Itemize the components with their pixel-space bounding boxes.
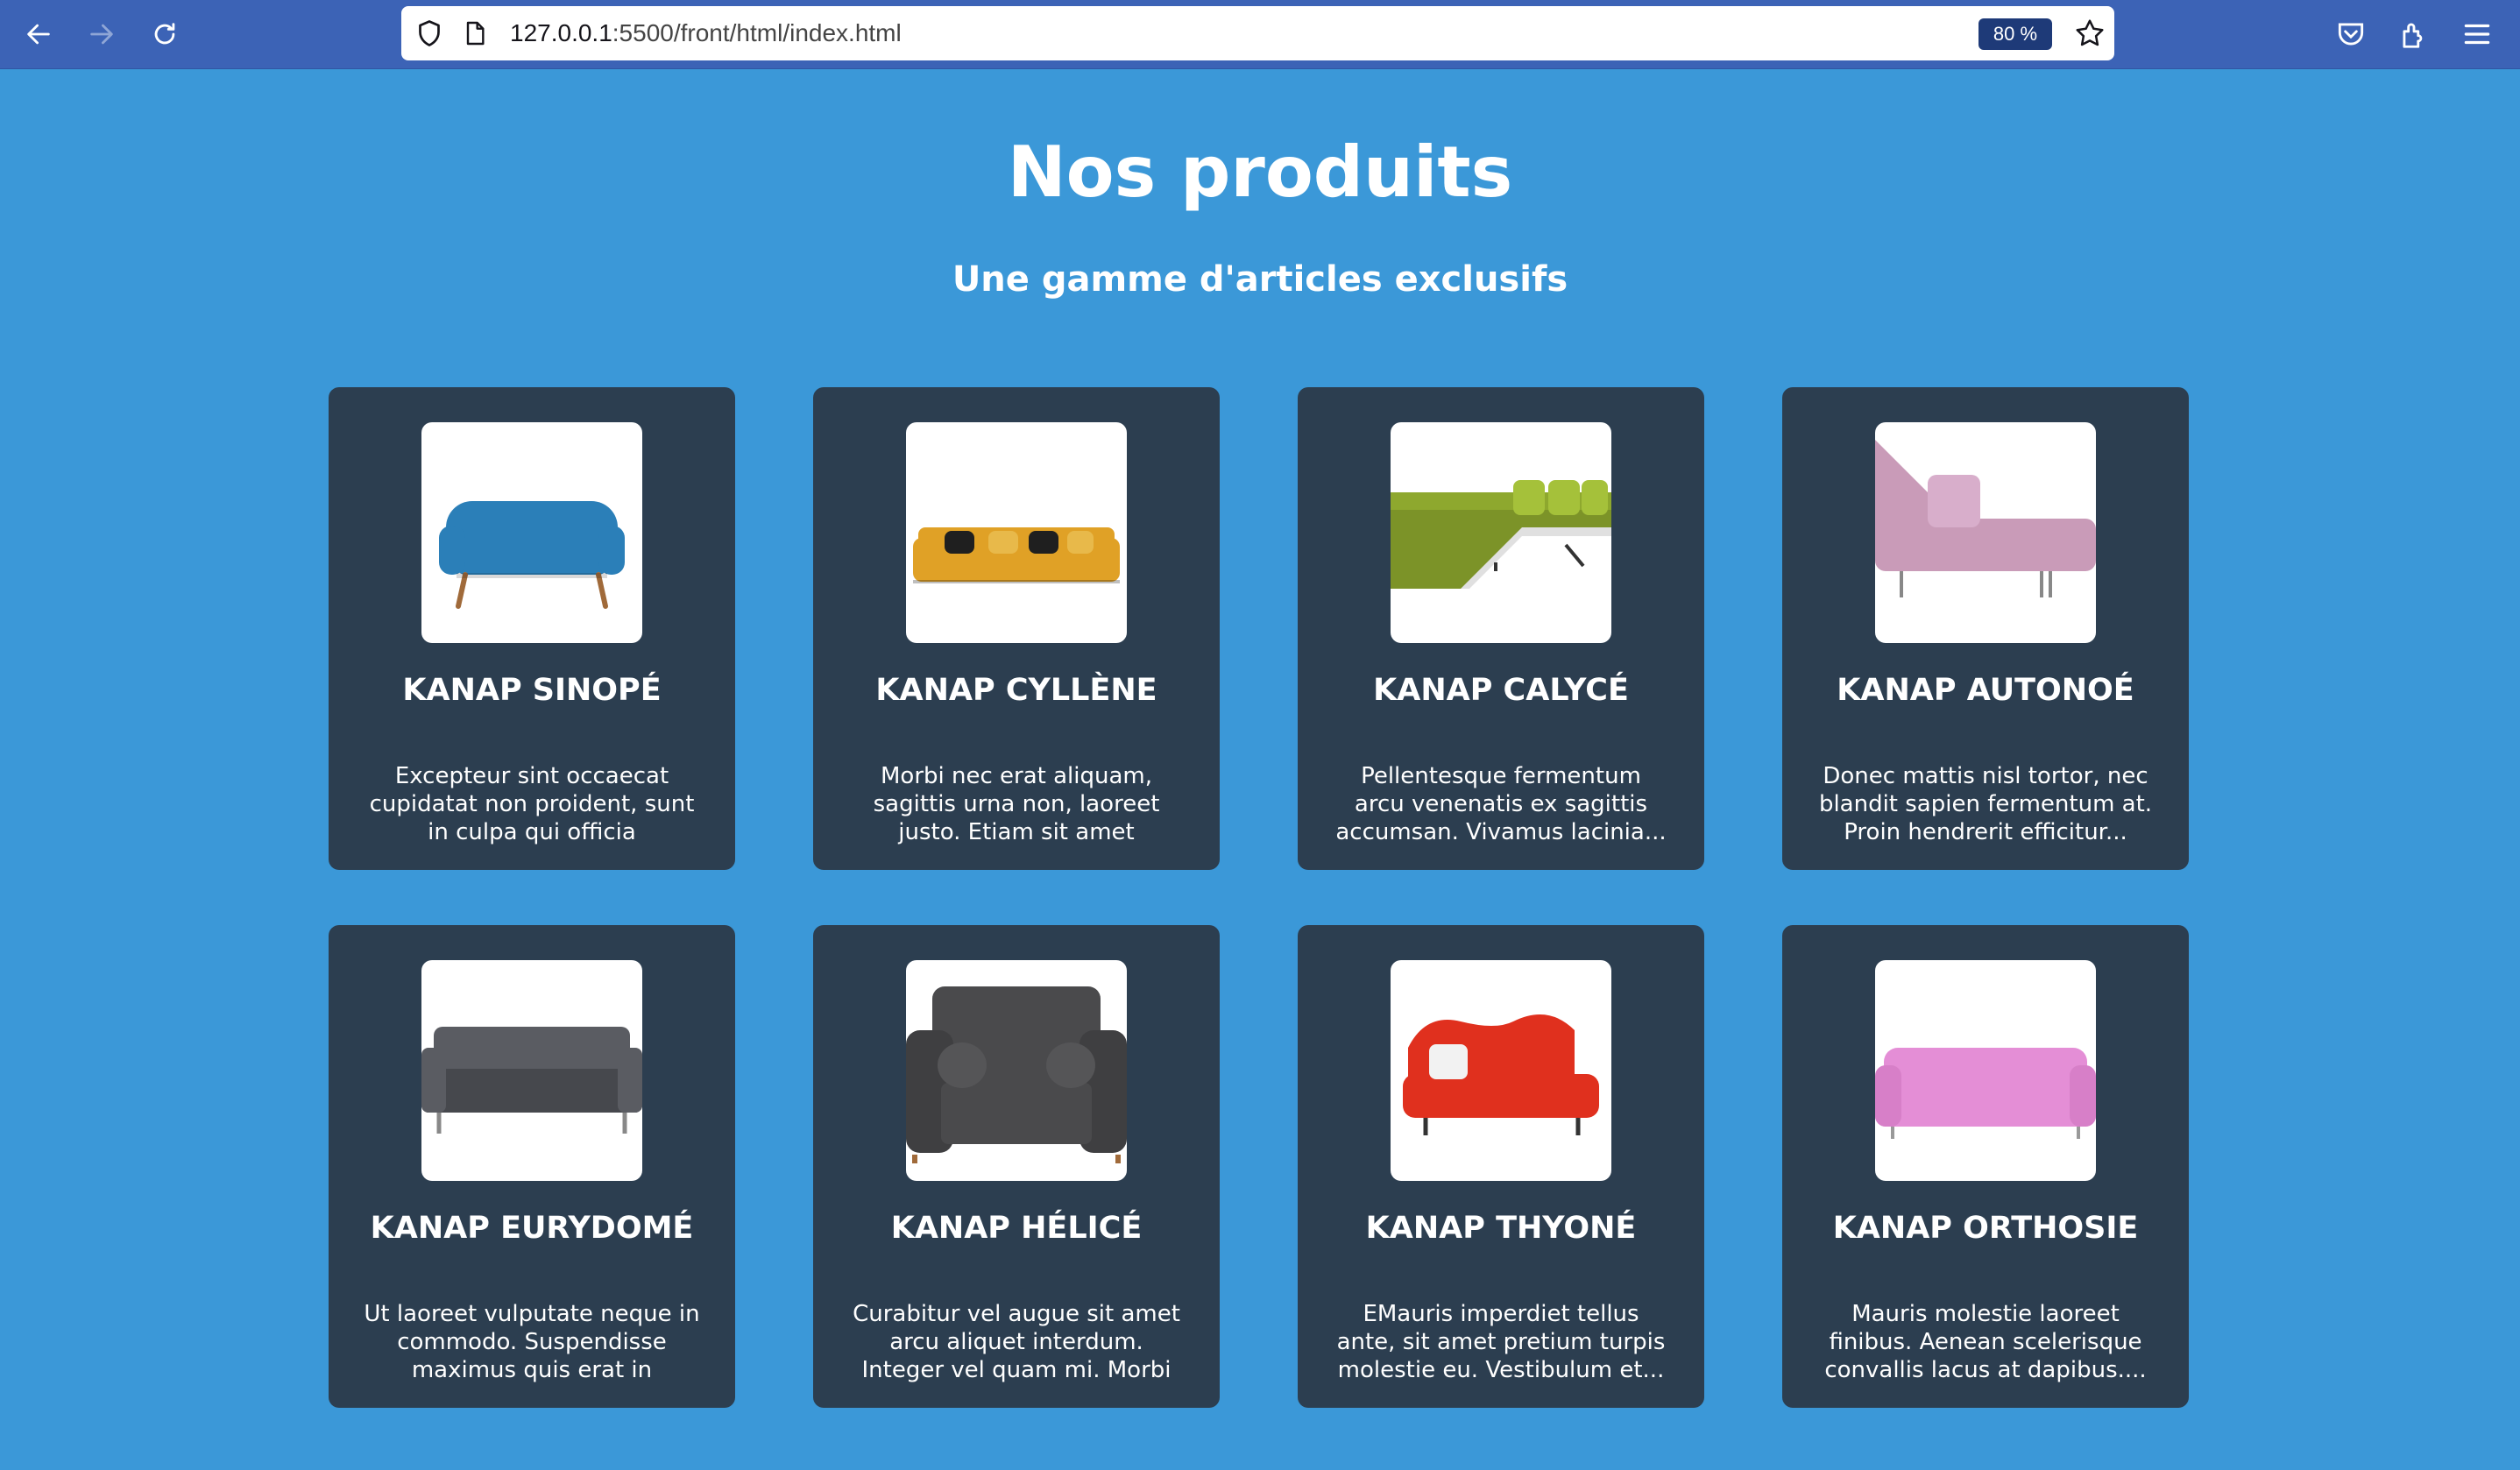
- product-image[interactable]: [906, 422, 1127, 643]
- product-description: Mauris molestie laoreet finibus. Aenean …: [1824, 1301, 2147, 1383]
- forward-button[interactable]: [84, 17, 119, 52]
- arrow-right-icon: [90, 24, 113, 45]
- product-description: Excepteur sint occaecat cupidatat non pr…: [369, 763, 695, 845]
- product-card[interactable]: KANAP HÉLICÉ Curabitur vel augue sit ame…: [813, 925, 1220, 1408]
- pocket-icon[interactable]: [2334, 18, 2368, 51]
- url-text[interactable]: 127.0.0.1:5500/front/html/index.html: [510, 6, 902, 60]
- sofa-icon: [913, 527, 1120, 583]
- shield-icon[interactable]: [414, 18, 445, 49]
- product-image[interactable]: [1875, 960, 2096, 1181]
- page-title: Nos produits: [1007, 131, 1513, 213]
- product-image[interactable]: [1875, 422, 2096, 643]
- product-name: KANAP EURYDOMÉ: [370, 1211, 694, 1246]
- product-name: KANAP CYLLÈNE: [875, 673, 1157, 708]
- zoom-badge[interactable]: 80 %: [1978, 18, 2052, 50]
- product-description: EMauris imperdiet tellus ante, sit amet …: [1336, 1301, 1666, 1383]
- product-description: Curabitur vel augue sit amet arcu alique…: [853, 1301, 1180, 1383]
- product-card[interactable]: KANAP EURYDOMÉ Ut laoreet vulputate nequ…: [329, 925, 735, 1408]
- product-description: Ut laoreet vulputate neque in commodo. S…: [364, 1301, 700, 1383]
- product-card[interactable]: KANAP CYLLÈNE Morbi nec erat aliquam, sa…: [813, 387, 1220, 870]
- product-card[interactable]: KANAP CALYCÉ Pellentesque fermentum arcu…: [1298, 387, 1704, 870]
- product-image[interactable]: [421, 960, 642, 1181]
- url-path: :5500/front/html/index.html: [612, 19, 902, 46]
- product-image[interactable]: [906, 960, 1127, 1181]
- sofa-icon: [906, 986, 1127, 1163]
- address-bar[interactable]: 127.0.0.1:5500/front/html/index.html 80 …: [401, 6, 2114, 60]
- sofa-icon: [1391, 480, 1611, 589]
- product-card[interactable]: KANAP SINOPÉ Excepteur sint occaecat cup…: [329, 387, 735, 870]
- page-icon[interactable]: [461, 18, 489, 48]
- product-name: KANAP HÉLICÉ: [890, 1211, 1143, 1246]
- product-image[interactable]: [421, 422, 642, 643]
- star-icon[interactable]: [2073, 17, 2106, 50]
- product-description: Donec mattis nisl tortor, nec blandit sa…: [1818, 763, 2153, 845]
- product-name: KANAP SINOPÉ: [402, 673, 662, 708]
- product-name: KANAP ORTHOSIE: [1832, 1211, 2139, 1246]
- page-subtitle: Une gamme d'articles exclusifs: [952, 259, 1568, 300]
- sofa-icon: [1875, 1048, 2096, 1139]
- product-image[interactable]: [1391, 422, 1611, 643]
- url-host: 127.0.0.1: [510, 19, 612, 46]
- product-description: Pellentesque fermentum arcu venenatis ex…: [1335, 763, 1667, 845]
- back-button[interactable]: [21, 17, 56, 52]
- product-card[interactable]: KANAP AUTONOÉ Donec mattis nisl tortor, …: [1782, 387, 2189, 870]
- product-description: Morbi nec erat aliquam, sagittis urna no…: [873, 763, 1160, 845]
- reload-button[interactable]: [147, 17, 182, 52]
- sofa-icon: [439, 501, 625, 609]
- menu-icon[interactable]: [2460, 18, 2494, 51]
- extensions-icon[interactable]: [2397, 18, 2431, 51]
- product-card[interactable]: KANAP THYONÉ EMauris imperdiet tellus an…: [1298, 925, 1704, 1408]
- product-image[interactable]: [1391, 960, 1611, 1181]
- arrow-left-icon: [27, 24, 50, 45]
- product-name: KANAP CALYCÉ: [1373, 673, 1629, 708]
- sofa-icon: [1875, 440, 2096, 597]
- sofa-icon: [1403, 1014, 1599, 1135]
- product-card[interactable]: KANAP ORTHOSIE Mauris molestie laoreet f…: [1782, 925, 2189, 1408]
- product-name: KANAP THYONÉ: [1365, 1211, 1637, 1246]
- product-grid: KANAP SINOPÉ Excepteur sint occaecat cup…: [329, 387, 2189, 1408]
- product-name: KANAP AUTONOÉ: [1837, 673, 2134, 708]
- browser-toolbar: 127.0.0.1:5500/front/html/index.html 80 …: [0, 0, 2520, 69]
- sofa-icon: [421, 1027, 642, 1134]
- reload-icon: [154, 23, 175, 45]
